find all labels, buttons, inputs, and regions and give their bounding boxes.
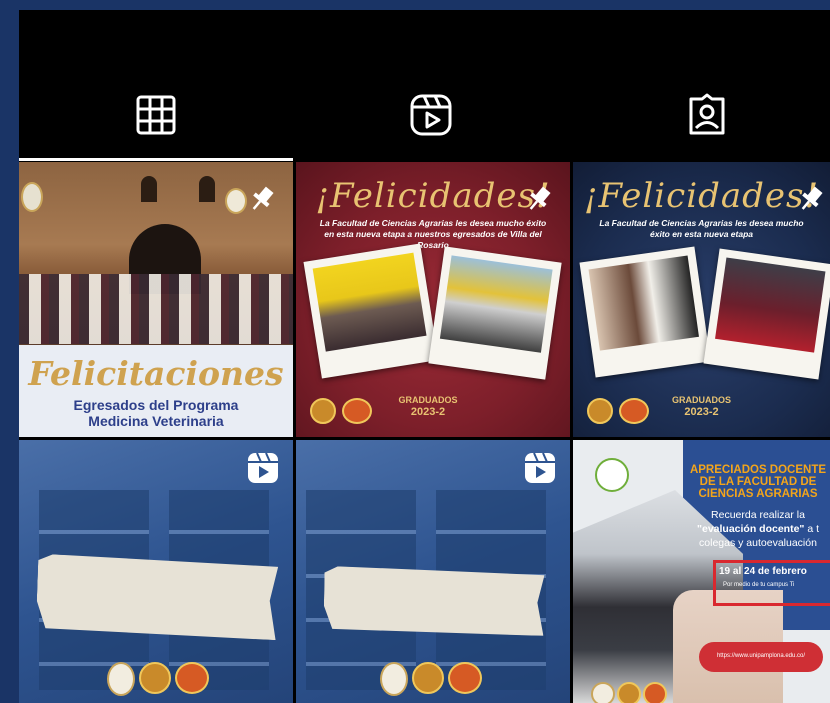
- polaroid-photo: [579, 246, 711, 378]
- logo-seal: [591, 682, 615, 703]
- church-window: [199, 176, 215, 202]
- logo-seal: [448, 662, 482, 694]
- pin-icon: [529, 186, 551, 210]
- church-window: [141, 176, 157, 202]
- logo-seal: [412, 662, 444, 694]
- grid-post-6[interactable]: APRECIADOS DOCENTE DE LA FACULTAD DE CIE…: [573, 440, 830, 703]
- pin-icon: [801, 186, 823, 210]
- felicitaciones-subtitle-2: Medicina Veterinaria: [88, 413, 224, 429]
- docentes-body: Recuerda realizar la "evaluación docente…: [697, 509, 819, 549]
- logo-seal: [380, 662, 408, 696]
- logo-seal: [587, 398, 613, 424]
- tape-strip: [36, 554, 279, 640]
- grid-post-2[interactable]: ¡Felicidades! La Facultad de Ciencias Ag…: [296, 162, 570, 437]
- felicidades-body: La Facultad de Ciencias Agrarias les des…: [319, 218, 547, 250]
- tab-reels[interactable]: [408, 92, 454, 138]
- logo-seal: [139, 662, 171, 694]
- grid-post-1[interactable]: Felicitaciones Egresados del Programa Me…: [19, 162, 293, 437]
- tab-posts[interactable]: [133, 92, 179, 138]
- logo-seal: [225, 188, 247, 214]
- docentes-url: https://www.unipamplona.edu.co/: [716, 653, 806, 659]
- tape-strip: [323, 566, 544, 636]
- reel-badge-icon: [248, 452, 278, 483]
- profile-tabs: [19, 10, 830, 162]
- reels-icon: [410, 94, 452, 136]
- logo-seal: [595, 458, 629, 492]
- profile-grid-screen: Felicitaciones Egresados del Programa Me…: [19, 10, 830, 703]
- grid-post-4[interactable]: [19, 440, 293, 703]
- graduates-group: [19, 274, 293, 344]
- logo-seal: [107, 662, 135, 696]
- polaroid-photo: [703, 248, 830, 380]
- docentes-heading: APRECIADOS DOCENTE DE LA FACULTAD DE CIE…: [689, 464, 827, 500]
- felicitaciones-subtitle-1: Egresados del Programa: [73, 397, 239, 413]
- polaroid-photo: [428, 246, 562, 380]
- polaroid-photo: [303, 243, 439, 379]
- grid-icon: [136, 95, 176, 135]
- logo-seal: [310, 398, 336, 424]
- tagged-user-icon: [689, 93, 725, 135]
- docentes-date: 19 al 24 de febrero: [719, 566, 807, 577]
- logo-seal: [619, 398, 649, 424]
- docentes-date-sub: Por medio de tu campus Ti: [723, 582, 795, 588]
- felicidades-title: ¡Felicidades!: [583, 176, 820, 216]
- tab-tagged[interactable]: [684, 92, 730, 138]
- grid-post-5[interactable]: [296, 440, 570, 703]
- felicidades-body: La Facultad de Ciencias Agrarias les des…: [599, 218, 804, 239]
- grid-post-3[interactable]: ¡Felicidades! La Facultad de Ciencias Ag…: [573, 162, 830, 437]
- logo-seal: [21, 182, 43, 212]
- active-tab-indicator: [19, 158, 293, 161]
- felicitaciones-title: Felicitaciones: [28, 354, 284, 393]
- reel-badge-icon: [525, 452, 555, 483]
- pin-icon: [252, 186, 274, 210]
- logo-seal: [175, 662, 209, 694]
- logo-seal: [643, 682, 667, 703]
- logo-seal: [342, 398, 372, 424]
- graduados-badge: GRADUADOS 2023-2: [398, 395, 458, 418]
- logo-seal: [617, 682, 641, 703]
